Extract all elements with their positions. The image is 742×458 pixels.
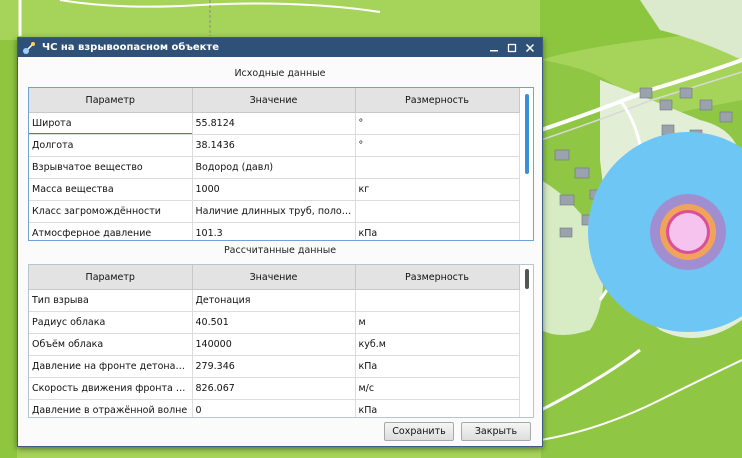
param-cell[interactable]: Масса вещества xyxy=(29,178,193,201)
column-header-param[interactable]: Параметр xyxy=(29,88,193,113)
table-row[interactable]: Скорость движения фронта детон... 826.06… xyxy=(29,377,520,400)
scrollbar-thumb[interactable] xyxy=(525,94,529,174)
table-row[interactable]: Взрывчатое вещество Водород (давл) xyxy=(29,156,520,179)
result-table[interactable]: Параметр Значение Размерность Тип взрыва… xyxy=(28,264,534,418)
param-cell[interactable]: Широта xyxy=(29,112,193,135)
unit-cell[interactable]: ° xyxy=(355,134,520,157)
value-cell[interactable]: 0 xyxy=(192,399,356,417)
column-header-value[interactable]: Значение xyxy=(192,88,356,113)
value-cell[interactable]: Наличие длинных труб, полостей, ... xyxy=(192,200,356,223)
param-cell[interactable]: Взрывчатое вещество xyxy=(29,156,193,179)
column-header-param[interactable]: Параметр xyxy=(29,265,193,290)
dialog-title: ЧС на взрывоопасном объекте xyxy=(42,42,219,53)
unit-cell[interactable] xyxy=(355,289,520,312)
param-cell[interactable]: Объём облака xyxy=(29,333,193,356)
param-cell[interactable]: Класс загромождённости xyxy=(29,200,193,223)
column-header-value[interactable]: Значение xyxy=(192,265,356,290)
dialog-titlebar[interactable]: ЧС на взрывоопасном объекте xyxy=(18,38,542,57)
value-cell[interactable]: Водород (давл) xyxy=(192,156,356,179)
unit-cell[interactable]: м/с xyxy=(355,377,520,400)
value-cell[interactable]: 38.1436 xyxy=(192,134,356,157)
close-icon[interactable] xyxy=(522,40,538,56)
column-header-unit[interactable]: Размерность xyxy=(355,265,520,290)
param-cell[interactable]: Тип взрыва xyxy=(29,289,193,312)
unit-cell[interactable]: кг xyxy=(355,178,520,201)
scrollbar-thumb[interactable] xyxy=(525,269,529,289)
close-button[interactable]: Закрыть xyxy=(461,422,531,441)
unit-cell[interactable]: ° xyxy=(355,112,520,135)
result-section-title: Рассчитанные данные xyxy=(223,245,337,256)
value-cell[interactable]: 40.501 xyxy=(192,311,356,334)
param-cell[interactable]: Давление на фронте детонацион... xyxy=(29,355,193,378)
value-cell[interactable]: 1000 xyxy=(192,178,356,201)
table-row[interactable]: Давление в отражённой волне 0 кПа xyxy=(29,399,520,417)
save-button[interactable]: Сохранить xyxy=(384,422,454,441)
table-row[interactable]: Масса вещества 1000 кг xyxy=(29,178,520,201)
column-header-unit[interactable]: Размерность xyxy=(355,88,520,113)
table-row[interactable]: Широта 55.8124 ° xyxy=(29,112,520,135)
input-section-title: Исходные данные xyxy=(234,68,326,79)
table-row[interactable]: Давление на фронте детонацион... 279.346… xyxy=(29,355,520,378)
value-cell[interactable]: 826.067 xyxy=(192,377,356,400)
unit-cell[interactable] xyxy=(355,156,520,179)
unit-cell[interactable]: кПа xyxy=(355,355,520,378)
app-icon xyxy=(23,41,35,54)
param-cell[interactable]: Атмосферное давление xyxy=(29,222,193,240)
unit-cell[interactable]: кПа xyxy=(355,222,520,240)
value-cell[interactable]: 101.3 xyxy=(192,222,356,240)
unit-cell[interactable]: кПа xyxy=(355,399,520,417)
unit-cell[interactable] xyxy=(355,200,520,223)
table-row[interactable]: Класс загромождённости Наличие длинных т… xyxy=(29,200,520,223)
table-row[interactable]: Радиус облака 40.501 м xyxy=(29,311,520,334)
value-cell[interactable]: 279.346 xyxy=(192,355,356,378)
value-cell[interactable]: Детонация xyxy=(192,289,356,312)
maximize-icon[interactable] xyxy=(504,40,520,56)
param-cell[interactable]: Скорость движения фронта детон... xyxy=(29,377,193,400)
input-table[interactable]: Параметр Значение Размерность Широта 55.… xyxy=(28,87,534,241)
param-cell[interactable]: Радиус облака xyxy=(29,311,193,334)
param-cell[interactable]: Давление в отражённой волне xyxy=(29,399,193,417)
unit-cell[interactable]: м xyxy=(355,311,520,334)
unit-cell[interactable]: куб.м xyxy=(355,333,520,356)
value-cell[interactable]: 140000 xyxy=(192,333,356,356)
table-row[interactable]: Долгота 38.1436 ° xyxy=(29,134,520,157)
table-row[interactable]: Объём облака 140000 куб.м xyxy=(29,333,520,356)
table-row[interactable]: Атмосферное давление 101.3 кПа xyxy=(29,222,520,240)
value-cell[interactable]: 55.8124 xyxy=(192,112,356,135)
dialog-window: ЧС на взрывоопасном объекте Исходные дан… xyxy=(17,37,543,447)
minimize-icon[interactable] xyxy=(486,40,502,56)
input-table-scrollbar[interactable] xyxy=(521,88,533,240)
result-table-scrollbar[interactable] xyxy=(521,265,533,417)
table-row[interactable]: Тип взрыва Детонация xyxy=(29,289,520,312)
param-cell[interactable]: Долгота xyxy=(29,134,193,157)
